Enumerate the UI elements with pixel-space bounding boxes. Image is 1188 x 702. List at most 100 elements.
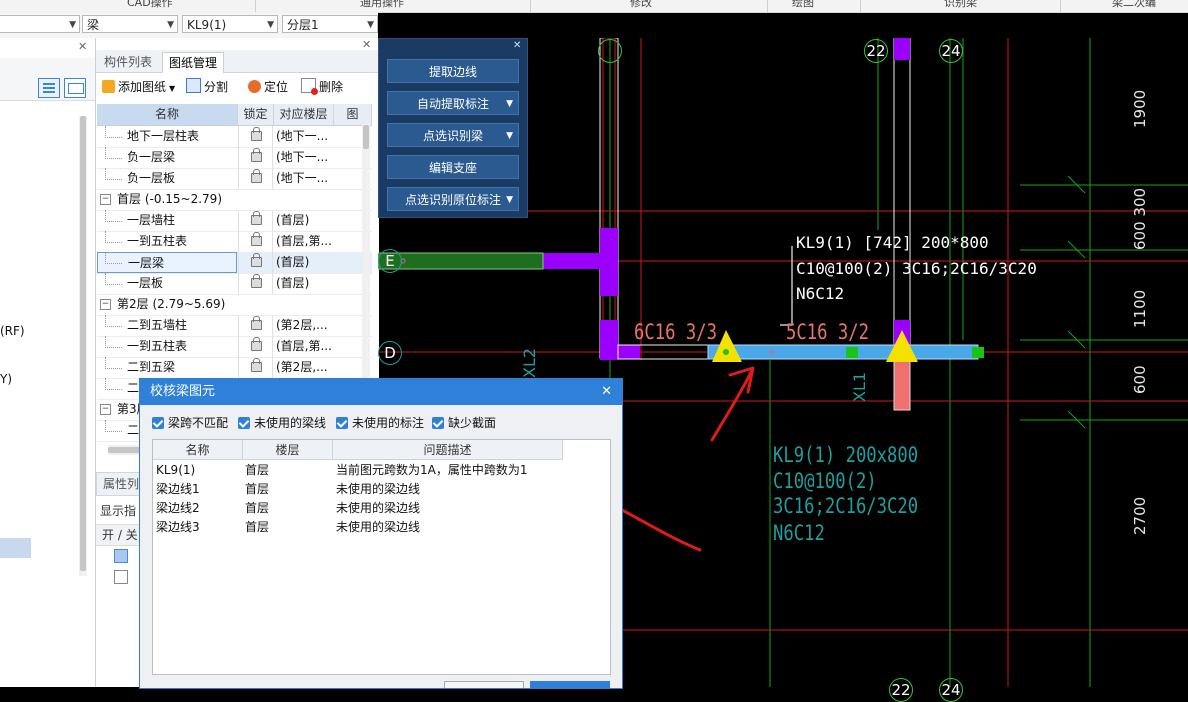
col-floor[interactable]: 对应楼层 — [274, 104, 334, 125]
issue-desc: 未使用的梁边线 — [336, 482, 421, 496]
lock-cell[interactable] — [238, 336, 273, 357]
layer-combo[interactable]: 分层1 ▼ — [282, 15, 378, 33]
drawing-row[interactable]: 一到五柱表 (首层,第... — [97, 231, 372, 253]
toolpanel-button-0[interactable]: 提取边线 — [387, 59, 519, 83]
issue-row[interactable]: 梁边线1 首层 未使用的梁边线 — [153, 480, 610, 499]
axis-24-top: 24 — [939, 39, 963, 63]
tree-line — [105, 231, 122, 243]
beam-grip-3[interactable] — [972, 347, 984, 358]
ribbon-tab-recognize[interactable]: 识别梁 — [944, 0, 977, 10]
list-view-icon[interactable] — [38, 78, 60, 98]
lock-cell[interactable] — [238, 315, 273, 336]
filter-missing-section[interactable]: 缺少截面 — [432, 415, 496, 431]
collapse-icon[interactable]: − — [100, 299, 111, 310]
issue-floor: 首层 — [245, 463, 270, 477]
issue-row[interactable]: 梁边线2 首层 未使用的梁边线 — [153, 499, 610, 518]
ribbon-tab-modify[interactable]: 修改 — [630, 0, 652, 10]
dim-2700: 2700 — [1131, 496, 1149, 535]
dialog-close-icon[interactable]: ✕ — [601, 379, 612, 405]
category-parent-combo[interactable]: ▼ — [0, 15, 80, 33]
filter-span-mismatch[interactable]: 梁跨不匹配 — [152, 415, 228, 431]
lock-icon — [251, 148, 262, 162]
lock-icon — [251, 253, 262, 267]
col-drawing[interactable]: 图 — [334, 104, 372, 125]
detail-view-icon[interactable] — [64, 78, 86, 98]
ribbon-tab-beam2[interactable]: 梁二次编 — [1112, 0, 1156, 10]
drawing-row[interactable]: 一层梁 (首层) — [97, 252, 372, 274]
toolpanel-button-label: 点选识别梁 — [422, 129, 483, 143]
toolpanel-button-2[interactable]: 点选识别梁 ▼ — [387, 123, 519, 147]
issue-name: KL9(1) — [156, 463, 196, 477]
drawing-row[interactable]: 负一层梁 (地下一... — [97, 147, 372, 169]
label-leader — [780, 246, 793, 326]
toolpanel-button-1[interactable]: 自动提取标注 ▼ — [387, 91, 519, 115]
col-lock[interactable]: 锁定 — [238, 104, 274, 125]
tree-line — [105, 336, 122, 348]
lock-cell[interactable] — [238, 210, 273, 231]
locate-button[interactable]: 定位 — [248, 78, 288, 96]
filter-unused-beam-line[interactable]: 未使用的梁线 — [238, 415, 326, 431]
toolpanel-button-3[interactable]: 编辑支座 — [387, 155, 519, 179]
floor-group-row[interactable]: 首层 (-0.15~2.79) − — [97, 189, 372, 211]
tab-drawing-management[interactable]: 图纸管理 — [162, 52, 225, 73]
issue-col-desc[interactable]: 问题描述 — [333, 440, 563, 460]
drawing-row[interactable]: 负一层板 (地下一... — [97, 168, 372, 190]
lock-cell[interactable] — [238, 168, 273, 189]
lock-icon — [251, 274, 262, 288]
dropdown-arrow-icon[interactable]: ▼ — [506, 124, 513, 148]
dropdown-arrow-icon[interactable]: ▼ — [506, 92, 513, 116]
drawing-row[interactable]: 一到五柱表 (首层,第... — [97, 336, 372, 358]
dialog-primary-button[interactable] — [530, 681, 610, 688]
tree-line — [105, 420, 122, 432]
dropdown-arrow-icon[interactable]: ▼ — [506, 188, 513, 212]
col-name[interactable]: 名称 — [97, 104, 238, 125]
tree-line — [105, 315, 122, 327]
beam-kl9[interactable] — [707, 344, 979, 360]
delete-button[interactable]: 删除 — [301, 78, 343, 96]
tree-line — [105, 252, 122, 264]
add-drawing-button[interactable]: 添加图纸 ▼ — [102, 78, 175, 96]
lock-cell[interactable] — [238, 231, 273, 252]
issue-col-name[interactable]: 名称 — [153, 440, 243, 460]
axis-24-bottom: 24 — [939, 678, 963, 702]
issue-row[interactable]: 梁边线3 首层 未使用的梁边线 — [153, 518, 610, 537]
ribbon-tab-draw[interactable]: 绘图 — [792, 0, 814, 10]
drawing-row[interactable]: 一层板 (首层) — [97, 273, 372, 295]
visibility-checkbox-1[interactable] — [114, 549, 128, 563]
close-icon[interactable]: ✕ — [78, 40, 87, 53]
dim-600-300: 600 300 — [1131, 187, 1149, 250]
dialog-secondary-button[interactable] — [444, 681, 524, 688]
lock-cell[interactable] — [238, 252, 273, 273]
panel-tabbar: 构件列表 图纸管理 — [96, 50, 379, 73]
issue-table: 名称 楼层 问题描述 KL9(1) 首层 当前图元跨数为1A，属性中跨数为1 梁边线1… — [152, 439, 611, 675]
drawing-row[interactable]: 二到五梁 (第2层,... — [97, 357, 372, 379]
tab-component-list[interactable]: 构件列表 — [98, 52, 158, 72]
issue-floor: 首层 — [245, 482, 270, 496]
lock-cell[interactable] — [238, 126, 273, 147]
beam-grip-2[interactable] — [846, 347, 858, 358]
left-scrollbar[interactable] — [79, 116, 87, 576]
visibility-checkbox-2[interactable] — [114, 570, 128, 584]
left-selected-item[interactable] — [0, 538, 31, 558]
lock-cell[interactable] — [238, 357, 273, 378]
issue-row[interactable]: KL9(1) 首层 当前图元跨数为1A，属性中跨数为1 — [153, 461, 610, 480]
ribbon-tab-general[interactable]: 通用操作 — [360, 0, 404, 10]
collapse-icon[interactable]: − — [100, 194, 111, 205]
collapse-icon[interactable]: − — [100, 404, 111, 415]
tree-line — [105, 210, 122, 222]
lock-cell[interactable] — [238, 273, 273, 294]
ribbon-tab-cad[interactable]: CAD操作 — [127, 0, 173, 10]
toolpanel-close-icon[interactable]: ✕ — [513, 40, 521, 51]
filter-unused-annotation[interactable]: 未使用的标注 — [336, 415, 424, 431]
issue-col-floor[interactable]: 楼层 — [243, 440, 333, 460]
floor-group-row[interactable]: 第2层 (2.79~5.69) − — [97, 294, 372, 316]
component-combo[interactable]: KL9(1) ▼ — [182, 15, 278, 33]
drawing-row[interactable]: 一层墙柱 (首层) — [97, 210, 372, 232]
drawing-row[interactable]: 二到五墙柱 (第2层,... — [97, 315, 372, 337]
drawing-row[interactable]: 地下一层柱表 (地下一... — [97, 126, 372, 148]
category-combo[interactable]: 梁 ▼ — [82, 15, 178, 33]
toolpanel-button-4[interactable]: 点选识别原位标注 ▼ — [387, 187, 519, 211]
beam-label-line3: N6C12 — [796, 284, 845, 303]
lock-cell[interactable] — [238, 147, 273, 168]
split-button[interactable]: 分割 — [186, 78, 228, 96]
